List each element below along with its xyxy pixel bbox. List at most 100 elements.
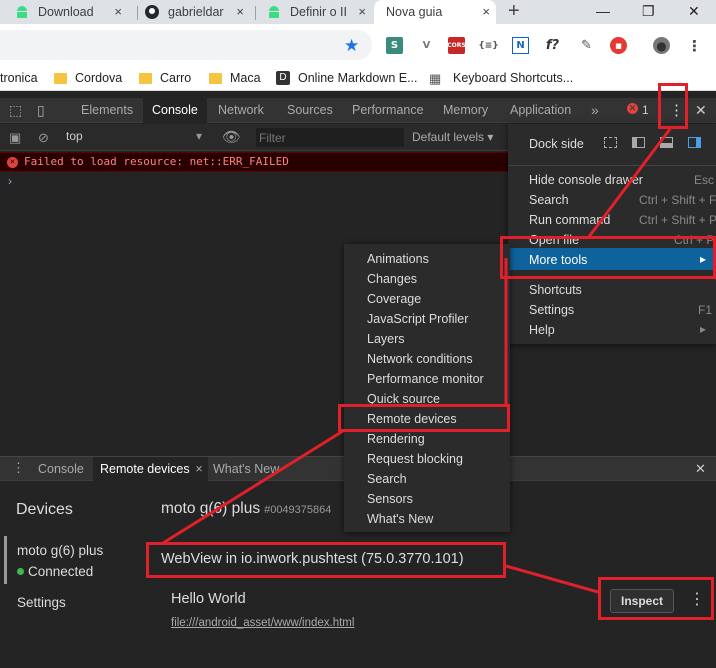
error-count[interactable]: 1	[642, 103, 649, 117]
annotation-arrow	[162, 429, 344, 545]
menu-run-command[interactable]: Run command	[529, 213, 610, 227]
tool-whats-new[interactable]: What's New	[367, 512, 433, 526]
status-text: Connected	[28, 564, 94, 579]
tool-coverage[interactable]: Coverage	[367, 292, 421, 306]
extension-n-icon[interactable]: N	[512, 37, 529, 54]
tab-performance[interactable]: Performance	[343, 98, 433, 123]
extension-v-icon[interactable]: V	[418, 37, 435, 54]
bookmark-keyboard[interactable]: ▦ Keyboard Shortcuts...	[429, 71, 573, 86]
tool-javascript-profiler[interactable]: JavaScript Profiler	[367, 312, 468, 326]
menu-settings[interactable]: Settings	[529, 303, 574, 317]
bookmark-star-icon[interactable]: ★	[344, 36, 359, 56]
menu-help[interactable]: Help	[529, 323, 555, 337]
drawer-tab-remote-devices[interactable]: Remote devices ×	[93, 457, 208, 481]
tab-definir[interactable]: Definir o II ×	[266, 0, 372, 24]
close-icon[interactable]: ×	[482, 4, 490, 19]
device-name[interactable]: moto g(6) plus	[17, 543, 103, 558]
tab-sources[interactable]: Sources	[278, 98, 342, 123]
error-icon: ✕	[7, 157, 18, 168]
console-prompt[interactable]: ›	[8, 174, 12, 188]
bookmark-label: Online Markdown E...	[298, 71, 418, 85]
bookmark-label: tronica	[0, 71, 38, 85]
close-icon[interactable]: ×	[114, 4, 122, 19]
context-select[interactable]: top ▾	[66, 129, 212, 146]
drawer-tab-console[interactable]: Console	[31, 457, 91, 481]
tab-label: gabrieldar	[168, 5, 224, 19]
address-bar[interactable]	[0, 30, 372, 60]
annotation-box-webview	[146, 542, 506, 578]
tab-application[interactable]: Application	[501, 98, 580, 123]
drawer-close-icon[interactable]: ✕	[695, 461, 706, 477]
error-text: Failed to load resource: net::ERR_FAILED	[24, 155, 289, 168]
window-close-button[interactable]: ✕	[688, 0, 700, 22]
sidebar-toggle-icon[interactable]: ▣	[9, 130, 21, 146]
annotation-box-menu	[658, 83, 688, 129]
overflow-tabs-icon[interactable]: »	[591, 102, 599, 118]
annotation-box-inspect	[598, 577, 714, 620]
bookmark-markdown[interactable]: D Online Markdown E...	[276, 71, 418, 85]
extension-s-icon[interactable]: S	[386, 37, 403, 54]
menu-shortcuts[interactable]: Shortcuts	[529, 283, 582, 297]
restore-button[interactable]: ❐	[642, 0, 655, 22]
tool-search[interactable]: Search	[367, 472, 407, 486]
drawer-tab-label: Remote devices	[100, 462, 190, 476]
bookmark-folder-cordova[interactable]: Cordova	[54, 71, 122, 85]
tab-network[interactable]: Network	[209, 98, 273, 123]
tool-animations[interactable]: Animations	[367, 252, 429, 266]
bookmark-folder-carro[interactable]: Carro	[139, 71, 191, 85]
drawer-menu-icon[interactable]: ⋮	[12, 460, 25, 476]
page-url-link[interactable]: file:///android_asset/www/index.html	[171, 617, 354, 629]
chevron-down-icon: ▾	[195, 129, 202, 143]
tab-console[interactable]: Console	[143, 98, 207, 123]
tool-changes[interactable]: Changes	[367, 272, 417, 286]
tab-download[interactable]: Download ×	[14, 0, 128, 24]
undock-icon[interactable]	[604, 137, 617, 148]
tab-label: Download	[38, 5, 94, 19]
dock-right-icon[interactable]	[688, 137, 701, 148]
dock-bottom-icon[interactable]	[660, 137, 673, 148]
menu-hide-console-drawer[interactable]: Hide console drawer	[529, 173, 643, 187]
new-tab-button[interactable]: +	[508, 0, 520, 22]
devtools-close-icon[interactable]: ✕	[695, 102, 707, 119]
avatar[interactable]: ●	[653, 37, 670, 54]
bookmark-folder-maca[interactable]: Maca	[209, 71, 261, 85]
bookmark-item[interactable]: tronica	[0, 71, 38, 85]
dock-left-icon[interactable]	[632, 137, 645, 148]
omnibox-row: ★ S V CORS {≡} N f? ✎ ■ ● ⋮	[0, 24, 716, 66]
menu-search[interactable]: Search	[529, 193, 569, 207]
more-tools-submenu	[344, 244, 510, 532]
filter-input[interactable]	[256, 128, 404, 147]
remote-settings-link[interactable]: Settings	[17, 595, 66, 610]
device-status: Connected	[17, 564, 93, 579]
tab-github[interactable]: gabrieldar ×	[144, 0, 250, 24]
tool-performance-monitor[interactable]: Performance monitor	[367, 372, 484, 386]
device-toolbar-icon[interactable]: ▯	[37, 102, 45, 119]
close-icon[interactable]: ×	[195, 457, 202, 481]
bookmark-label: Maca	[230, 71, 261, 85]
error-icon: ✕	[627, 103, 638, 114]
extension-red-icon[interactable]: ■	[610, 37, 627, 54]
drawer-tab-whats-new[interactable]: What's New	[206, 457, 286, 481]
bookmark-label: Cordova	[75, 71, 123, 85]
tool-rendering[interactable]: Rendering	[367, 432, 425, 446]
close-icon[interactable]: ×	[236, 4, 244, 19]
eyedropper-icon[interactable]: ✎	[578, 37, 595, 54]
inspect-element-icon[interactable]: ⬚	[9, 102, 22, 119]
clear-console-icon[interactable]: ⊘	[38, 130, 49, 146]
tool-network-conditions[interactable]: Network conditions	[367, 352, 473, 366]
tab-nova-guia[interactable]: Nova guia ×	[374, 0, 496, 24]
tool-sensors[interactable]: Sensors	[367, 492, 413, 506]
tab-elements[interactable]: Elements	[72, 98, 142, 123]
extension-cors-icon[interactable]: CORS	[447, 37, 466, 54]
tool-layers[interactable]: Layers	[367, 332, 405, 346]
extension-json-icon[interactable]: {≡}	[478, 37, 498, 54]
tab-label: Definir o II	[290, 5, 347, 19]
tool-request-blocking[interactable]: Request blocking	[367, 452, 463, 466]
close-icon[interactable]: ×	[358, 4, 366, 19]
tab-memory[interactable]: Memory	[434, 98, 497, 123]
log-levels-select[interactable]: Default levels ▾	[412, 130, 493, 144]
eye-icon[interactable]: 👁	[222, 128, 241, 146]
minimize-button[interactable]: —	[596, 0, 610, 22]
browser-menu-icon[interactable]: ⋮	[686, 37, 703, 55]
extension-f-icon[interactable]: f?	[544, 37, 561, 54]
